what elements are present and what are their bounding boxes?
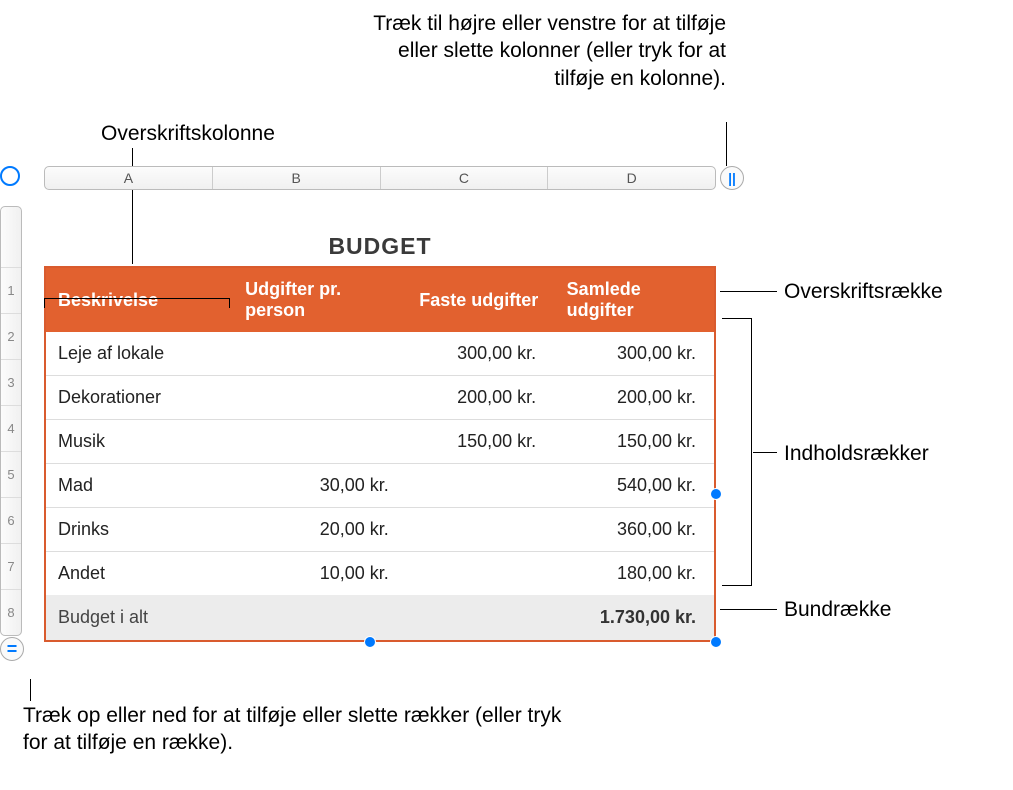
column-letter[interactable]: B <box>213 167 381 189</box>
cell-description[interactable]: Leje af lokale <box>45 332 233 376</box>
row-number-bar[interactable]: 1 2 3 4 5 6 7 8 = <box>0 206 22 636</box>
row-number[interactable]: 6 <box>1 497 21 543</box>
cell-fixed[interactable]: 150,00 kr. <box>407 420 554 464</box>
cell-fixed[interactable] <box>407 552 554 596</box>
row-number[interactable]: 3 <box>1 359 21 405</box>
table-row[interactable]: Leje af lokale 300,00 kr. 300,00 kr. <box>45 332 715 376</box>
row-number[interactable]: 2 <box>1 313 21 359</box>
header-cell-fixed[interactable]: Faste udgifter <box>407 267 554 332</box>
cell-per-person[interactable]: 10,00 kr. <box>233 552 407 596</box>
cell-total[interactable]: 180,00 kr. <box>554 552 715 596</box>
selection-handle[interactable] <box>710 636 722 648</box>
cell-description[interactable]: Mad <box>45 464 233 508</box>
footer-cell-description[interactable]: Budget i alt <box>45 595 233 641</box>
table-title[interactable]: BUDGET <box>44 206 716 266</box>
callout-line <box>30 679 31 701</box>
callout-header-row: Overskriftsrække <box>784 278 943 305</box>
table-container: BUDGET Beskrivelse Udgifter pr. person F… <box>44 206 716 642</box>
cell-per-person[interactable]: 30,00 kr. <box>233 464 407 508</box>
footer-cell-per-person[interactable] <box>233 595 407 641</box>
column-letter[interactable]: D <box>548 167 715 189</box>
cell-description[interactable]: Dekorationer <box>45 376 233 420</box>
bracket-body-rows <box>722 318 752 586</box>
add-row-handle[interactable]: = <box>0 637 24 661</box>
cell-per-person[interactable] <box>233 376 407 420</box>
column-letter[interactable]: A <box>45 167 213 189</box>
footer-cell-total[interactable]: 1.730,00 kr. <box>554 595 715 641</box>
cell-total[interactable]: 150,00 kr. <box>554 420 715 464</box>
cell-fixed[interactable] <box>407 464 554 508</box>
header-cell-per-person[interactable]: Udgifter pr. person <box>233 267 407 332</box>
row-number[interactable]: 7 <box>1 543 21 589</box>
bracket-header-column <box>44 298 230 308</box>
cell-per-person[interactable] <box>233 420 407 464</box>
table-select-handle[interactable] <box>0 166 20 186</box>
body-rows: Leje af lokale 300,00 kr. 300,00 kr. Dek… <box>45 332 715 596</box>
cell-total[interactable]: 540,00 kr. <box>554 464 715 508</box>
callout-add-row: Træk op eller ned for at tilføje eller s… <box>23 702 583 757</box>
footer-row[interactable]: Budget i alt 1.730,00 kr. <box>45 595 715 641</box>
selection-handle[interactable] <box>710 488 722 500</box>
cell-per-person[interactable] <box>233 332 407 376</box>
cell-total[interactable]: 360,00 kr. <box>554 508 715 552</box>
cell-per-person[interactable]: 20,00 kr. <box>233 508 407 552</box>
table-row[interactable]: Dekorationer 200,00 kr. 200,00 kr. <box>45 376 715 420</box>
cell-description[interactable]: Musik <box>45 420 233 464</box>
callout-line <box>720 609 777 610</box>
column-letter[interactable]: C <box>381 167 549 189</box>
table-row[interactable]: Drinks 20,00 kr. 360,00 kr. <box>45 508 715 552</box>
row-number[interactable]: 1 <box>1 267 21 313</box>
row-number[interactable]: 4 <box>1 405 21 451</box>
row-number[interactable]: 8 <box>1 589 21 635</box>
callout-line <box>753 452 777 453</box>
add-column-handle[interactable]: || <box>720 166 744 190</box>
cell-description[interactable]: Andet <box>45 552 233 596</box>
cell-fixed[interactable] <box>407 508 554 552</box>
cell-total[interactable]: 200,00 kr. <box>554 376 715 420</box>
budget-table[interactable]: Beskrivelse Udgifter pr. person Faste ud… <box>44 266 716 642</box>
column-letter-bar[interactable]: A B C D <box>44 166 716 190</box>
cell-total[interactable]: 300,00 kr. <box>554 332 715 376</box>
callout-body-rows: Indholdsrækker <box>784 440 929 467</box>
callout-header-column: Overskriftskolonne <box>101 120 275 147</box>
table-row[interactable]: Andet 10,00 kr. 180,00 kr. <box>45 552 715 596</box>
selection-handle[interactable] <box>364 636 376 648</box>
callout-line <box>720 291 777 292</box>
cell-fixed[interactable]: 300,00 kr. <box>407 332 554 376</box>
footer-cell-fixed[interactable] <box>407 595 554 641</box>
header-cell-total[interactable]: Samlede udgifter <box>554 267 715 332</box>
cell-fixed[interactable]: 200,00 kr. <box>407 376 554 420</box>
table-row[interactable]: Musik 150,00 kr. 150,00 kr. <box>45 420 715 464</box>
row-number[interactable]: 5 <box>1 451 21 497</box>
callout-footer-row: Bundrække <box>784 596 891 623</box>
callout-line <box>726 122 727 166</box>
callout-add-column: Træk til højre eller venstre for at tilf… <box>368 10 726 92</box>
cell-description[interactable]: Drinks <box>45 508 233 552</box>
table-row[interactable]: Mad 30,00 kr. 540,00 kr. <box>45 464 715 508</box>
